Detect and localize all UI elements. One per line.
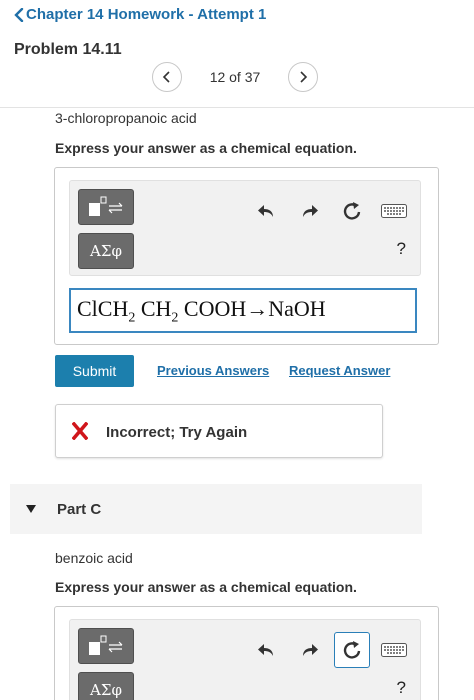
equation-toolbar: ΑΣφ ? [69,619,421,700]
chevron-left-icon [14,7,24,22]
template-button[interactable] [78,189,134,225]
equation-text: COOH→NaOH [178,296,326,321]
problem-title: Problem 14.11 [14,41,122,58]
keyboard-button[interactable] [380,638,408,662]
previous-problem-button[interactable] [152,62,182,92]
help-button[interactable]: ? [397,239,406,259]
feedback-message: Incorrect; Try Again [106,424,248,441]
part-c-header[interactable]: Part C [10,484,422,534]
keyboard-icon [381,643,407,657]
part-c-label: Part C [57,501,102,518]
instruction-text: Express your answer as a chemical equati… [55,579,357,595]
redo-icon [303,205,318,217]
triangle-down-icon [26,505,36,513]
problem-pager: 12 of 37 [152,62,318,92]
greek-symbols-button[interactable]: ΑΣφ [78,672,134,700]
template-icon [89,196,123,216]
reset-button[interactable] [334,632,370,668]
undo-button[interactable] [254,638,278,662]
undo-icon [258,644,273,656]
equation-text: CH [135,296,172,321]
undo-icon [258,205,273,217]
compound-name: 3-chloropropanoic acid [55,110,197,126]
compound-name: benzoic acid [55,550,133,566]
keyboard-icon [381,204,407,218]
chevron-left-icon [162,71,170,83]
reset-button[interactable] [340,199,364,223]
reset-icon [343,641,361,659]
redo-button[interactable] [298,199,322,223]
keyboard-button[interactable] [380,199,408,223]
chevron-right-icon [300,71,308,83]
next-problem-button[interactable] [288,62,318,92]
instruction-text: Express your answer as a chemical equati… [55,140,357,156]
template-button[interactable] [78,628,134,664]
equation-text: ClCH [77,296,129,321]
previous-answers-link[interactable]: Previous Answers [157,363,269,378]
greek-symbols-button[interactable]: ΑΣφ [78,233,134,269]
feedback-box: Incorrect; Try Again [55,404,383,458]
request-answer-link[interactable]: Request Answer [289,363,390,378]
reset-icon [343,202,361,220]
assignment-title-link[interactable]: Chapter 14 Homework - Attempt 1 [14,6,266,23]
header-divider [0,107,474,108]
problem-counter: 12 of 37 [209,69,261,85]
x-mark-icon [72,422,88,440]
answer-editor: ΑΣφ ? [54,606,439,700]
submit-button[interactable]: Submit [55,355,134,387]
help-button[interactable]: ? [397,678,406,698]
equation-toolbar: ΑΣφ ? [69,180,421,276]
assignment-title: Chapter 14 Homework - Attempt 1 [26,6,267,23]
redo-button[interactable] [298,638,322,662]
template-icon [89,635,123,655]
answer-editor: ΑΣφ ? ClCH2 CH2 COOH→NaOH [54,167,439,345]
undo-button[interactable] [254,199,278,223]
equation-input[interactable]: ClCH2 CH2 COOH→NaOH [69,288,417,333]
redo-icon [303,644,318,656]
